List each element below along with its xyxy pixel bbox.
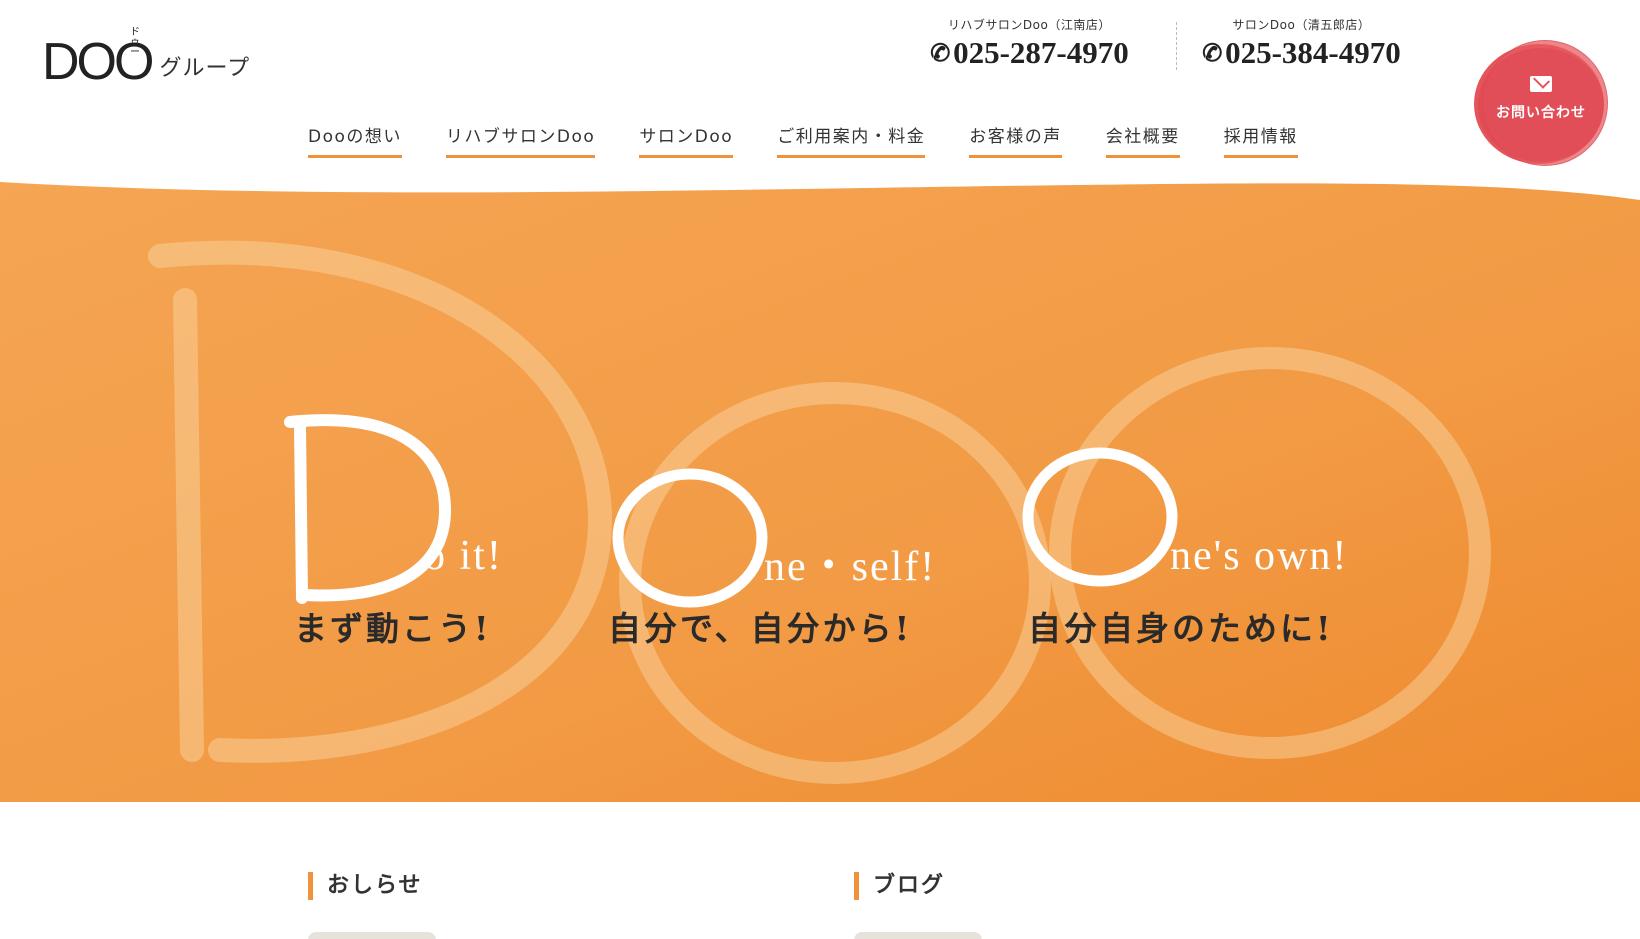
hero-word-do-it: o it! (424, 533, 503, 579)
nav-item-company[interactable]: 会社概要 (1105, 122, 1180, 158)
tel-number-seigoro[interactable]: ✆ 025-384-4970 (1199, 35, 1401, 71)
logo-subtitle: グループ (159, 56, 251, 81)
blog-heading: ブログ (854, 872, 945, 900)
tel-seigoro[interactable]: サロンDoo（清五郎店） ✆ 025-384-4970 (1199, 16, 1401, 71)
tel-label-konan: リハブサロンDoo（江南店） (947, 18, 1111, 32)
logo-mark: DOO ドゥー (42, 28, 154, 89)
contact-label: お問い合わせ (1496, 105, 1586, 121)
tel-number-seigoro-text: 025-384-4970 (1225, 35, 1401, 70)
logo-ruby: ドゥー (130, 27, 141, 58)
tel-divider (1176, 22, 1177, 70)
page: DOO ドゥー グループ リハブサロンDoo（江南店） ✆ 025-287-49… (0, 0, 1640, 939)
hero-banner: o it! ne・self! ne's own! まず動こう! 自分で、自分から… (0, 160, 1640, 802)
tel-label-seigoro: サロンDoo（清五郎店） (1232, 18, 1371, 32)
tel-number-konan[interactable]: ✆ 025-287-4970 (927, 35, 1129, 71)
nav-item-salon[interactable]: サロンDoo (639, 122, 734, 158)
site-logo[interactable]: DOO ドゥー グループ (42, 28, 251, 89)
news-heading: おしらせ (308, 872, 423, 900)
nav-item-guide-price[interactable]: ご利用案内・料金 (777, 122, 926, 158)
hero-word-oneself: ne・self! (764, 544, 937, 590)
tel-number-konan-text: 025-287-4970 (953, 35, 1129, 70)
hero-tagline-2: 自分で、自分から! (608, 609, 913, 648)
hero-tagline-3: 自分自身のために! (1028, 609, 1334, 648)
tel-konan[interactable]: リハブサロンDoo（江南店） ✆ 025-287-4970 (927, 16, 1129, 71)
nav-item-philosophy[interactable]: Dooの想い (308, 122, 402, 158)
contact-button[interactable]: お問い合わせ (1474, 40, 1608, 166)
contact-button-content: お問い合わせ (1474, 76, 1608, 122)
nav-item-recruit[interactable]: 採用情報 (1223, 122, 1298, 158)
phone-icon: ✆ (1199, 38, 1225, 69)
nav-item-voices[interactable]: お客様の声 (969, 122, 1062, 158)
nav-item-rehab-salon[interactable]: リハブサロンDoo (445, 122, 596, 158)
hero-background (0, 182, 1640, 802)
news-thumbnail[interactable] (308, 932, 436, 939)
blog-thumbnail[interactable] (854, 932, 982, 939)
global-nav: Dooの想い リハブサロンDoo サロンDoo ご利用案内・料金 お客様の声 会… (308, 122, 1342, 158)
hero-tagline-1: まず動こう! (294, 609, 492, 648)
phone-icon: ✆ (927, 38, 953, 69)
hero-word-ones-own: ne's own! (1170, 533, 1349, 579)
mail-icon (1530, 76, 1552, 92)
